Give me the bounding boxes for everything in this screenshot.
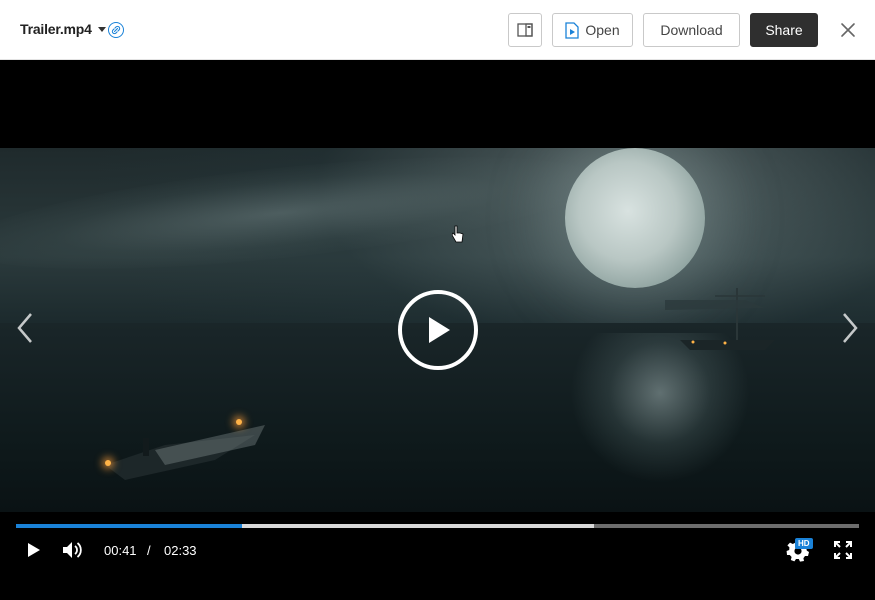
play-icon bbox=[429, 317, 450, 343]
big-play-button[interactable] bbox=[398, 290, 478, 370]
fullscreen-icon bbox=[834, 541, 852, 559]
open-button[interactable]: Open bbox=[552, 13, 633, 47]
milky-way-decoration bbox=[0, 148, 603, 292]
file-name: Trailer.mp4 bbox=[20, 21, 92, 37]
fullscreen-button[interactable] bbox=[833, 540, 853, 560]
download-button[interactable]: Download bbox=[643, 13, 740, 47]
toggle-side-panel-button[interactable] bbox=[508, 13, 542, 47]
play-document-icon bbox=[565, 21, 580, 39]
volume-button[interactable] bbox=[62, 540, 84, 560]
caret-down-icon bbox=[97, 26, 106, 32]
torch-light bbox=[236, 419, 242, 425]
play-button[interactable] bbox=[26, 542, 42, 558]
share-button[interactable]: Share bbox=[750, 13, 818, 47]
volume-icon bbox=[63, 542, 82, 558]
ship-image bbox=[665, 288, 775, 350]
chevron-right-icon[interactable] bbox=[840, 312, 860, 344]
video-viewer: 00:41 / 02:33 HD bbox=[0, 60, 875, 600]
hd-badge: HD bbox=[795, 538, 813, 549]
torch-light bbox=[105, 460, 111, 466]
top-bar: Trailer.mp4 Open Download Share bbox=[0, 0, 875, 60]
close-icon[interactable] bbox=[838, 20, 858, 40]
side-panel-icon bbox=[517, 23, 533, 37]
open-label: Open bbox=[585, 22, 620, 38]
boat-image bbox=[105, 425, 265, 480]
current-time: 00:41 bbox=[104, 543, 137, 558]
moon-image bbox=[565, 148, 705, 288]
hand-cursor-icon bbox=[452, 225, 464, 243]
play-icon bbox=[28, 543, 40, 557]
total-time: 02:33 bbox=[164, 543, 197, 558]
played-progress bbox=[16, 524, 242, 528]
seek-bar[interactable] bbox=[16, 524, 859, 528]
file-name-dropdown[interactable]: Trailer.mp4 bbox=[20, 21, 106, 37]
link-icon[interactable] bbox=[108, 22, 124, 38]
chevron-left-icon[interactable] bbox=[15, 312, 35, 344]
time-separator: / bbox=[147, 543, 151, 558]
